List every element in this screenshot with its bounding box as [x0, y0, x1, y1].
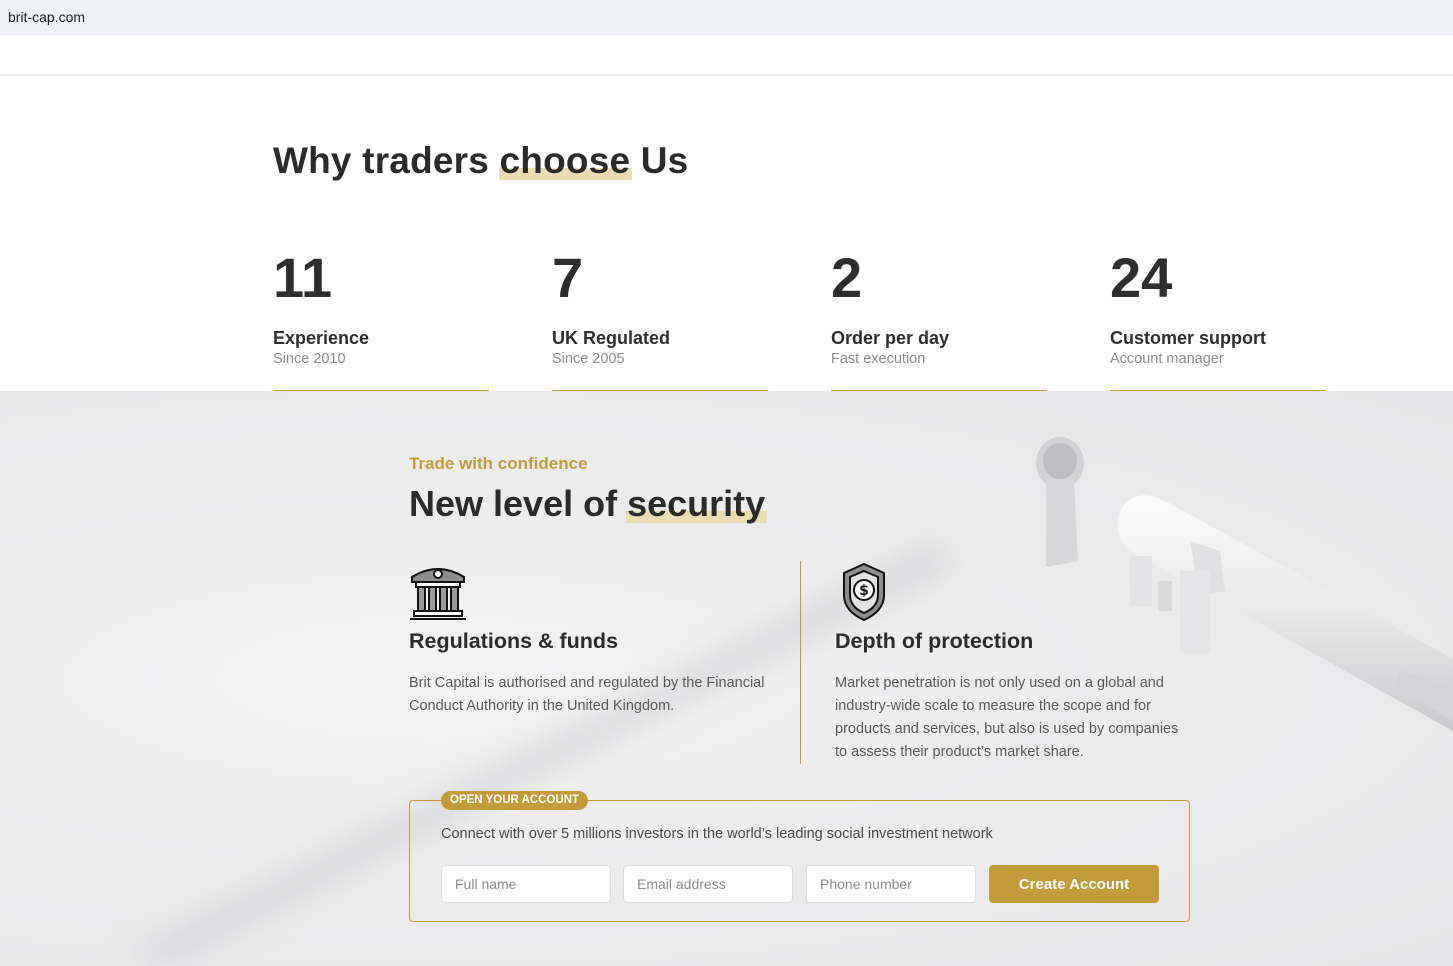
site-header-strip — [0, 35, 1453, 76]
why-title-part-1: Why traders — [273, 140, 500, 181]
feature-text: Market penetration is not only used on a… — [835, 675, 1179, 760]
security-title: New level of security — [409, 483, 768, 525]
email-input[interactable] — [623, 865, 793, 903]
bank-building-icon — [410, 568, 466, 620]
create-account-button[interactable]: Create Account — [989, 865, 1159, 903]
stat-label: Experience — [273, 328, 370, 348]
svg-text:$: $ — [859, 583, 869, 599]
stat-experience: 11 Experience Since 2010 — [273, 248, 489, 391]
stat-sub: Since 2005 — [552, 351, 625, 367]
why-title-highlight: choose — [498, 140, 633, 181]
stat-support: 24 Customer support Account manager — [1110, 248, 1326, 391]
stat-label: Customer support — [1110, 328, 1267, 348]
security-title-part-1: New level of — [409, 483, 628, 524]
stat-sub: Since 2010 — [273, 351, 346, 367]
feature-divider — [800, 561, 801, 764]
why-title-part-2: Us — [630, 140, 689, 181]
url-text[interactable]: brit-cap.com — [8, 9, 85, 25]
feature-title: Regulations & funds — [409, 629, 619, 653]
open-account-form: OPEN YOUR ACCOUNT Connect with over 5 mi… — [409, 791, 1190, 922]
stat-sub: Account manager — [1110, 351, 1224, 367]
why-section-title: Why traders choose Us — [273, 140, 688, 182]
open-account-badge: OPEN YOUR ACCOUNT — [441, 791, 589, 810]
security-title-highlight: security — [626, 483, 768, 524]
stat-label: UK Regulated — [552, 328, 671, 348]
security-tagline: Trade with confidence — [409, 454, 588, 473]
stat-number: 2 — [831, 246, 863, 309]
account-description: Connect with over 5 millions investors i… — [441, 826, 993, 842]
stat-number: 11 — [273, 246, 333, 309]
stat-sub: Fast execution — [831, 351, 926, 367]
full-name-input[interactable] — [441, 865, 611, 903]
shield-dollar-icon: $ — [843, 563, 885, 621]
feature-title: Depth of protection — [835, 629, 1034, 653]
security-section: Trade with confidence New level of secur… — [0, 391, 1453, 966]
stat-number: 24 — [1110, 246, 1173, 309]
feature-text: Brit Capital is authorised and regulated… — [409, 675, 765, 714]
stat-uk-regulated: 7 UK Regulated Since 2005 — [552, 248, 768, 391]
stat-label: Order per day — [831, 328, 950, 348]
stat-orders: 2 Order per day Fast execution — [831, 248, 1047, 391]
stat-number: 7 — [552, 246, 584, 309]
phone-input[interactable] — [806, 865, 976, 903]
browser-address-bar[interactable]: brit-cap.com — [0, 0, 1453, 35]
